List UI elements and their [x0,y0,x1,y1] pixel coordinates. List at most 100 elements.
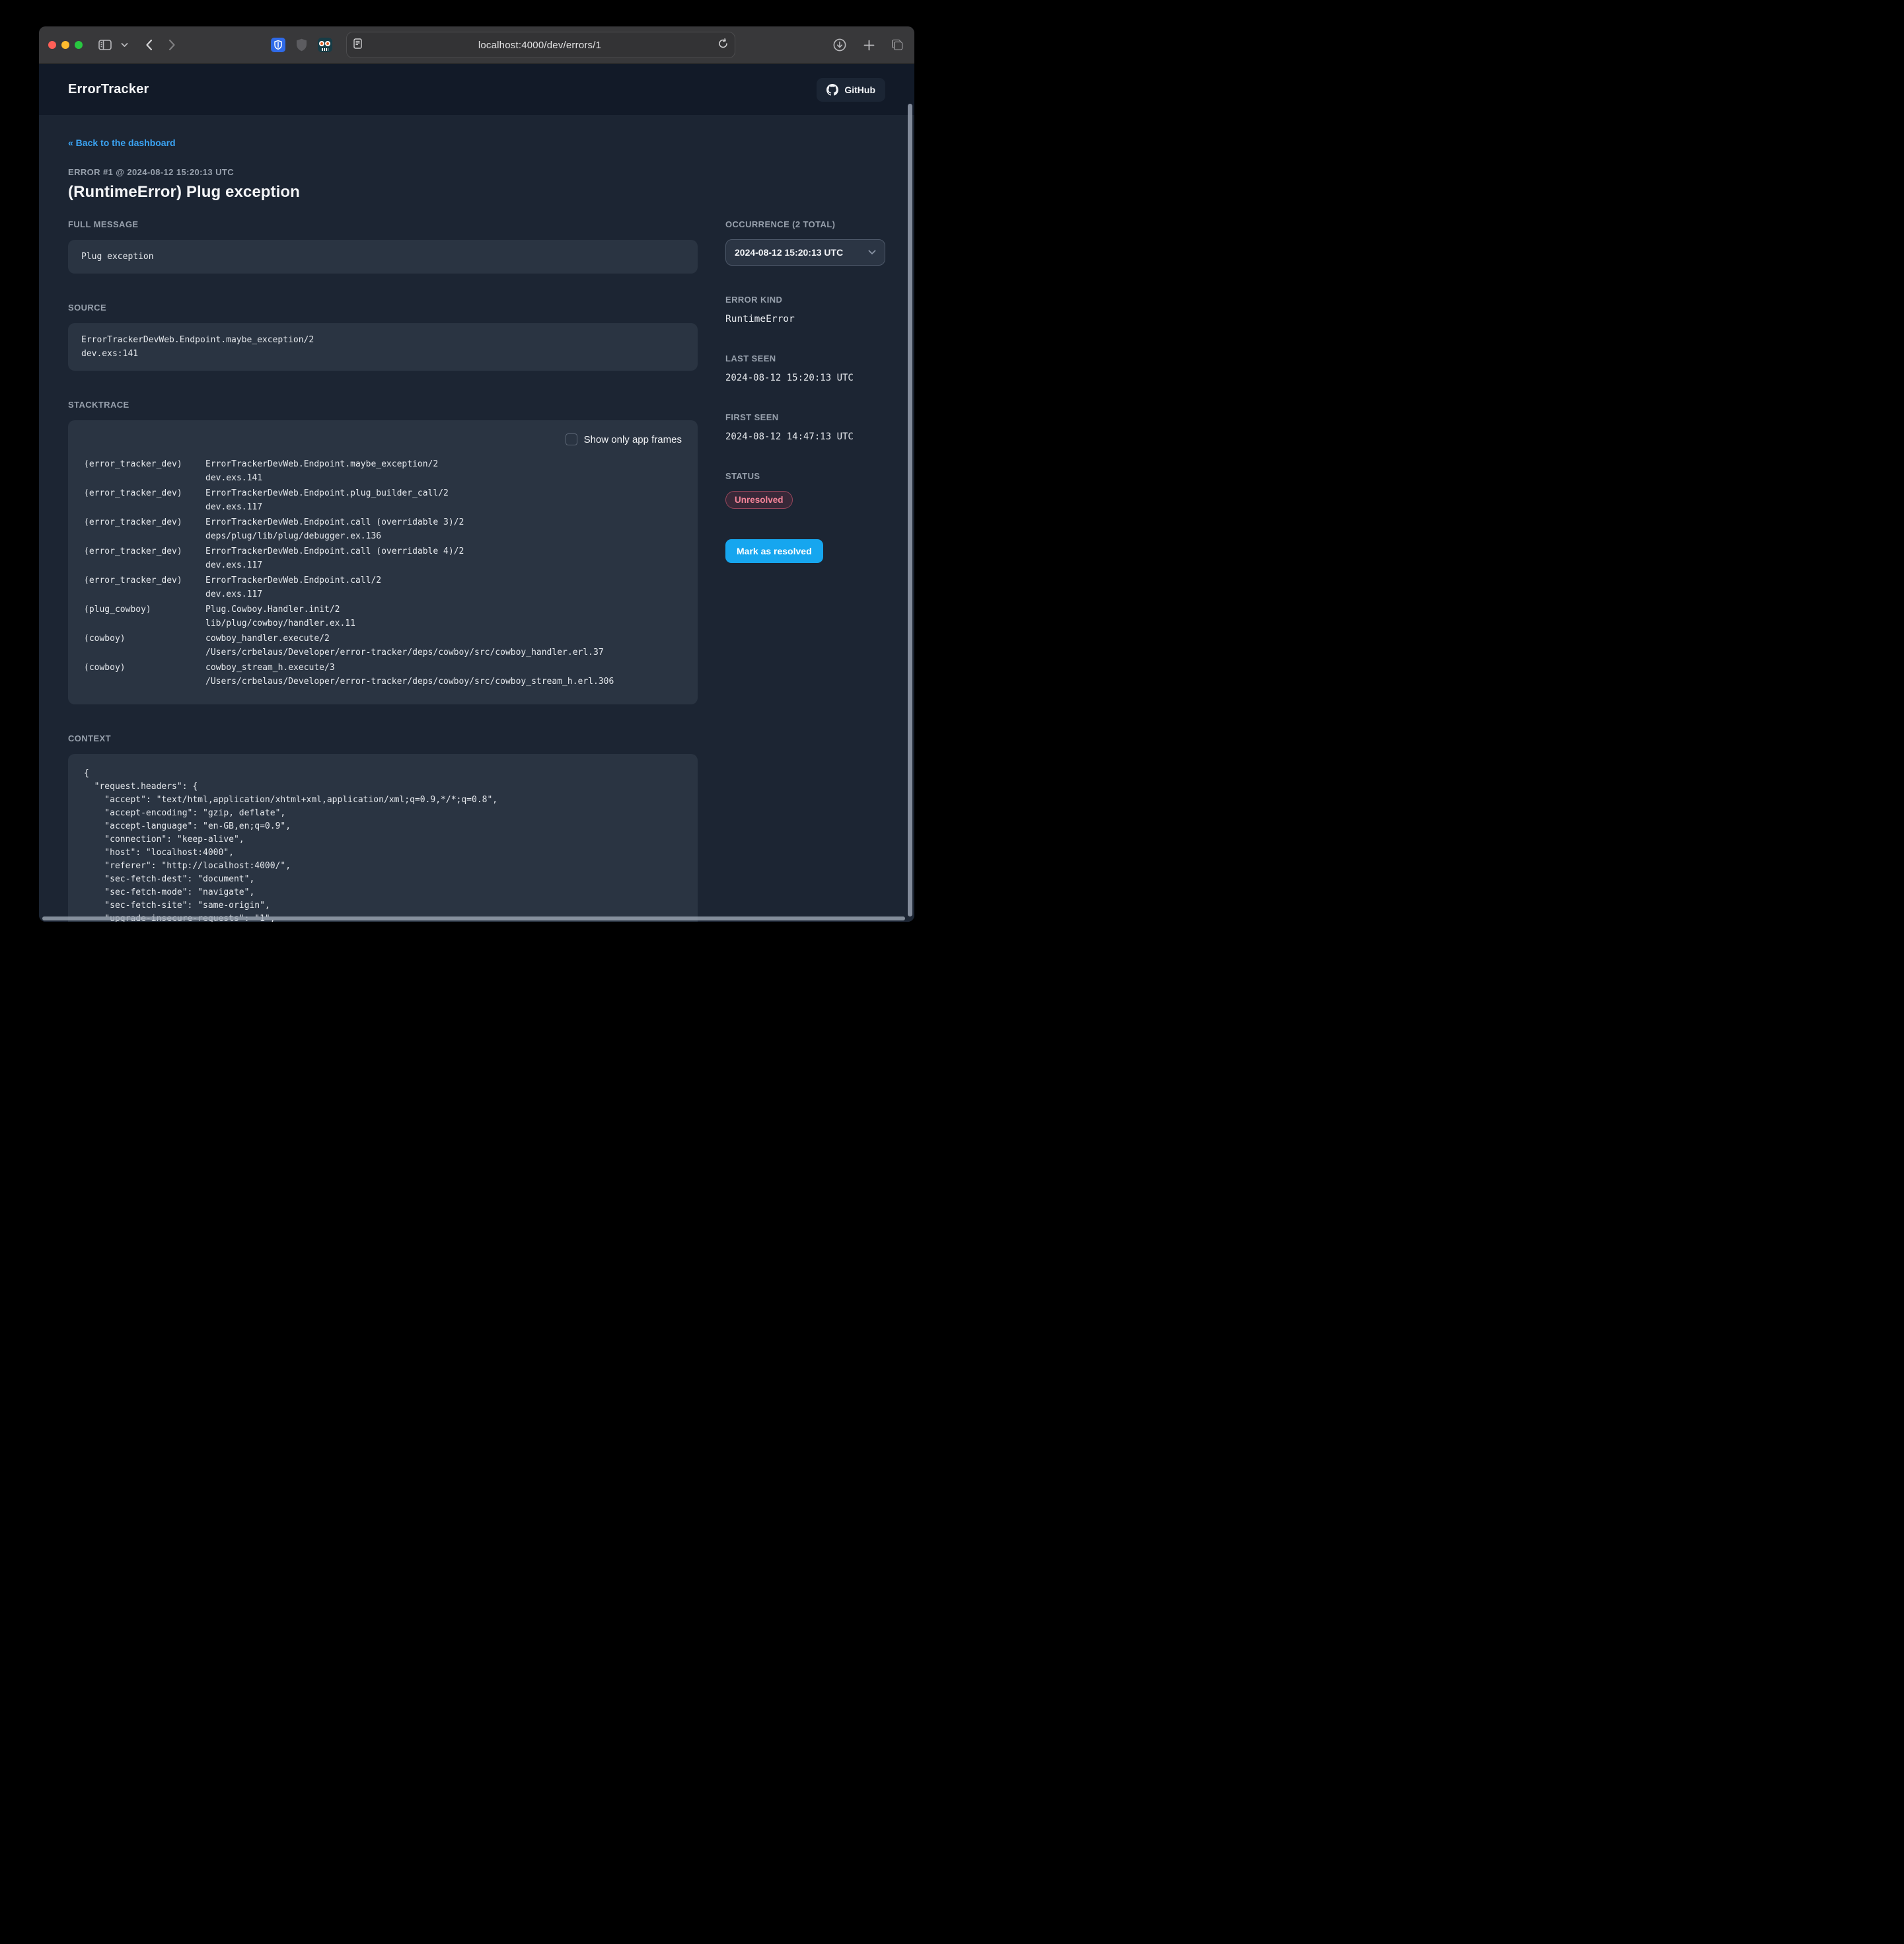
stacktrace-label: STACKTRACE [68,400,698,410]
new-tab-icon[interactable] [861,37,877,54]
stack-frame-app: (plug_cowboy) [84,603,195,617]
first-seen-value: 2024-08-12 14:47:13 UTC [725,431,885,442]
stack-frame: (cowboy) cowboy_handler.execute/2 /Users… [84,632,682,659]
vertical-scrollbar[interactable] [908,104,912,916]
source-section: SOURCE ErrorTrackerDevWeb.Endpoint.maybe… [68,303,698,371]
stack-frame: (error_tracker_dev) ErrorTrackerDevWeb.E… [84,515,682,543]
last-seen-value: 2024-08-12 15:20:13 UTC [725,373,885,383]
reload-icon[interactable] [718,38,728,52]
zoom-window-button[interactable] [75,41,83,49]
close-window-button[interactable] [48,41,56,49]
address-bar[interactable]: localhost:4000/dev/errors/1 [346,32,735,58]
stack-frame-function: ErrorTrackerDevWeb.Endpoint.call (overri… [205,515,682,529]
page-title: (RuntimeError) Plug exception [68,183,885,202]
occurrence-group: OCCURRENCE (2 TOTAL) 2024-08-12 15:20:13… [725,219,885,266]
url-text: localhost:4000/dev/errors/1 [362,40,718,51]
context-card: { "request.headers": { "accept": "text/h… [68,754,698,922]
error-details-column: FULL MESSAGE Plug exception SOURCE Error… [68,219,698,922]
back-to-dashboard-link[interactable]: « Back to the dashboard [68,137,176,148]
sidebar-toggle-icon[interactable] [96,37,114,53]
stack-frame-app: (error_tracker_dev) [84,486,195,500]
error-kind-label: ERROR KIND [725,295,885,305]
first-seen-group: FIRST SEEN 2024-08-12 14:47:13 UTC [725,412,885,442]
stack-frame-location: deps/plug/lib/plug/debugger.ex.136 [205,529,682,543]
source-function: ErrorTrackerDevWeb.Endpoint.maybe_except… [81,333,684,347]
stack-frame-app: (error_tracker_dev) [84,457,195,471]
stack-frame: (error_tracker_dev) ErrorTrackerDevWeb.E… [84,486,682,514]
context-label: CONTEXT [68,733,698,743]
status-label: STATUS [725,471,885,481]
downloads-icon[interactable] [830,36,849,54]
screen: localhost:4000/dev/errors/1 ErrorTracker [0,0,952,972]
error-kind-value: RuntimeError [725,314,885,324]
chevron-down-icon[interactable] [118,40,131,50]
full-message-value: Plug exception [68,240,698,274]
show-only-app-frames-label: Show only app frames [584,434,682,445]
source-label: SOURCE [68,303,698,313]
stack-frame-app: (error_tracker_dev) [84,515,195,529]
context-code: { "request.headers": { "accept": "text/h… [84,767,682,922]
stack-frame: (plug_cowboy) Plug.Cowboy.Handler.init/2… [84,603,682,630]
stack-frame-location: dev.exs.117 [205,558,682,572]
stack-frame-app: (cowboy) [84,632,195,646]
stack-frame: (cowboy) cowboy_stream_h.execute/3 /User… [84,661,682,689]
github-button-label: GitHub [844,85,875,95]
stack-frame: (error_tracker_dev) ErrorTrackerDevWeb.E… [84,574,682,601]
bitwarden-extension-icon[interactable] [271,38,285,52]
stack-frame-location: dev.exs.117 [205,500,682,514]
horizontal-scrollbar[interactable] [42,916,905,920]
stack-frame-function: ErrorTrackerDevWeb.Endpoint.plug_builder… [205,486,682,500]
app-header: ErrorTracker GitHub [39,64,914,115]
error-meta: ERROR #1 @ 2024-08-12 15:20:13 UTC [68,167,885,177]
full-message-label: FULL MESSAGE [68,219,698,229]
stack-frame-app: (error_tracker_dev) [84,574,195,587]
last-seen-group: LAST SEEN 2024-08-12 15:20:13 UTC [725,354,885,383]
app-title: ErrorTracker [68,82,149,97]
shield-extension-icon[interactable] [296,38,307,52]
stack-frame-function: ErrorTrackerDevWeb.Endpoint.call/2 [205,574,682,587]
chevron-down-icon [868,250,876,255]
mark-as-resolved-button[interactable]: Mark as resolved [725,539,823,563]
stack-frame-function: Plug.Cowboy.Handler.init/2 [205,603,682,617]
stack-frame-function: cowboy_handler.execute/2 [205,632,682,646]
stack-frame-app: (error_tracker_dev) [84,544,195,558]
show-only-app-frames-checkbox[interactable] [566,433,577,445]
stack-frame: (error_tracker_dev) ErrorTrackerDevWeb.E… [84,457,682,485]
error-kind-group: ERROR KIND RuntimeError [725,295,885,324]
page-viewport: ErrorTracker GitHub « Back to the dashbo… [39,64,914,922]
occurrence-selected-value: 2024-08-12 15:20:13 UTC [735,247,843,258]
tab-overview-icon[interactable] [889,37,905,53]
stack-frame: (error_tracker_dev) ErrorTrackerDevWeb.E… [84,544,682,572]
back-icon[interactable] [143,36,155,54]
last-seen-label: LAST SEEN [725,354,885,363]
traffic-lights [48,41,83,49]
github-button[interactable]: GitHub [817,78,885,102]
browser-window: localhost:4000/dev/errors/1 ErrorTracker [39,26,914,922]
source-card: ErrorTrackerDevWeb.Endpoint.maybe_except… [68,323,698,371]
stack-frame-app: (cowboy) [84,661,195,675]
first-seen-label: FIRST SEEN [725,412,885,422]
source-location: dev.exs:141 [81,347,684,361]
github-icon [826,84,838,96]
error-summary-sidebar: OCCURRENCE (2 TOTAL) 2024-08-12 15:20:13… [725,219,885,563]
stacktrace-card: Show only app frames (error_tracker_dev)… [68,420,698,704]
stacktrace-filter: Show only app frames [84,433,682,445]
occurrence-label: OCCURRENCE (2 TOTAL) [725,219,885,229]
stack-frame-function: ErrorTrackerDevWeb.Endpoint.call (overri… [205,544,682,558]
stack-frame-location: lib/plug/cowboy/handler.ex.11 [205,617,682,630]
main-content: « Back to the dashboard ERROR #1 @ 2024-… [39,115,914,922]
occurrence-select[interactable]: 2024-08-12 15:20:13 UTC [725,239,885,266]
stack-frame-function: ErrorTrackerDevWeb.Endpoint.maybe_except… [205,457,682,471]
reader-icon[interactable] [353,38,362,52]
status-group: STATUS Unresolved [725,471,885,509]
privacy-goggles-extension-icon[interactable] [318,38,332,52]
stack-frames-list: (error_tracker_dev) ErrorTrackerDevWeb.E… [84,457,682,689]
browser-toolbar: localhost:4000/dev/errors/1 [39,26,914,64]
status-badge: Unresolved [725,491,793,509]
stack-frame-function: cowboy_stream_h.execute/3 [205,661,682,675]
minimize-window-button[interactable] [61,41,69,49]
stack-frame-location: /Users/crbelaus/Developer/error-tracker/… [205,675,682,689]
forward-icon[interactable] [166,36,178,54]
context-section: CONTEXT { "request.headers": { "accept":… [68,733,698,922]
stack-frame-location: dev.exs.117 [205,587,682,601]
